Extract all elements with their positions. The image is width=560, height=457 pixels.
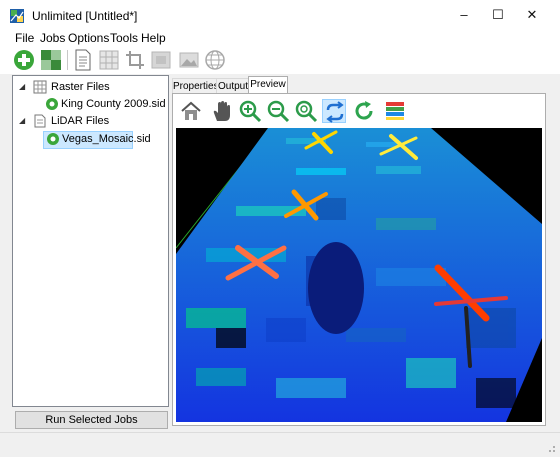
raster-files-icon	[33, 80, 47, 94]
refresh-icon[interactable]	[352, 99, 376, 123]
file-status-icon	[47, 133, 59, 145]
layers-icon[interactable]	[150, 49, 172, 71]
resize-grip-icon[interactable]	[546, 443, 556, 453]
tab-properties[interactable]: Properties	[172, 78, 219, 94]
file-tree-panel: ◢ Raster Files King County 2009.sid ◢ Li…	[12, 75, 169, 407]
collapse-arrow-icon[interactable]: ◢	[19, 82, 25, 91]
title-bar: Unlimited [Untitled*] – ☐ ✕	[0, 0, 560, 30]
window-title: Unlimited [Untitled*]	[32, 9, 138, 23]
document-icon[interactable]	[72, 49, 94, 71]
preview-panel	[172, 93, 546, 426]
tree-group-label: Raster Files	[51, 81, 110, 93]
collapse-arrow-icon[interactable]: ◢	[19, 116, 25, 125]
close-button[interactable]: ✕	[512, 0, 552, 30]
hand-pan-icon[interactable]	[210, 99, 234, 123]
menu-help[interactable]: Help	[141, 31, 166, 45]
menu-jobs[interactable]: Jobs	[40, 31, 65, 45]
point-cloud-render	[176, 128, 542, 422]
swap-icon[interactable]	[322, 99, 346, 123]
globe-icon[interactable]	[204, 49, 226, 71]
tree-group-label: LiDAR Files	[51, 115, 110, 127]
file-status-icon	[46, 98, 58, 110]
toolbar-separator	[67, 50, 68, 70]
menu-options[interactable]: Options	[68, 31, 109, 45]
zoom-out-icon[interactable]	[266, 99, 290, 123]
zoom-extent-icon[interactable]	[294, 99, 318, 123]
app-icon	[10, 9, 24, 23]
home-icon[interactable]	[179, 99, 203, 123]
image-icon[interactable]	[178, 49, 200, 71]
color-ramp-icon[interactable]	[383, 99, 407, 123]
tree-item-vegas-mosaic[interactable]: Vegas_Mosaic.sid	[43, 131, 151, 149]
status-bar	[0, 432, 560, 457]
menu-file[interactable]: File	[15, 31, 34, 45]
tree-group-raster[interactable]: ◢ Raster Files	[17, 80, 157, 96]
crop-icon[interactable]	[124, 49, 146, 71]
raster-grid-icon[interactable]	[40, 49, 62, 71]
app-window: Unlimited [Untitled*] – ☐ ✕ File Jobs Op…	[0, 0, 560, 457]
zoom-in-icon[interactable]	[238, 99, 262, 123]
lidar-3d-view[interactable]	[176, 128, 542, 422]
table-icon[interactable]	[98, 49, 120, 71]
menu-bar: File Jobs Options Tools Help	[0, 30, 560, 46]
tree-item-label: King County 2009.sid	[61, 98, 166, 110]
menu-tools[interactable]: Tools	[110, 31, 138, 45]
main-toolbar	[0, 46, 560, 74]
add-icon[interactable]	[13, 49, 35, 71]
tree-item-label: Vegas_Mosaic.sid	[62, 133, 151, 145]
tree-group-lidar[interactable]: ◢ LiDAR Files	[17, 114, 157, 130]
tree-item-king-county[interactable]: King County 2009.sid	[43, 97, 166, 113]
run-selected-jobs-button[interactable]: Run Selected Jobs	[15, 411, 168, 429]
lidar-files-icon	[34, 114, 46, 128]
tab-output[interactable]: Output	[216, 78, 250, 94]
